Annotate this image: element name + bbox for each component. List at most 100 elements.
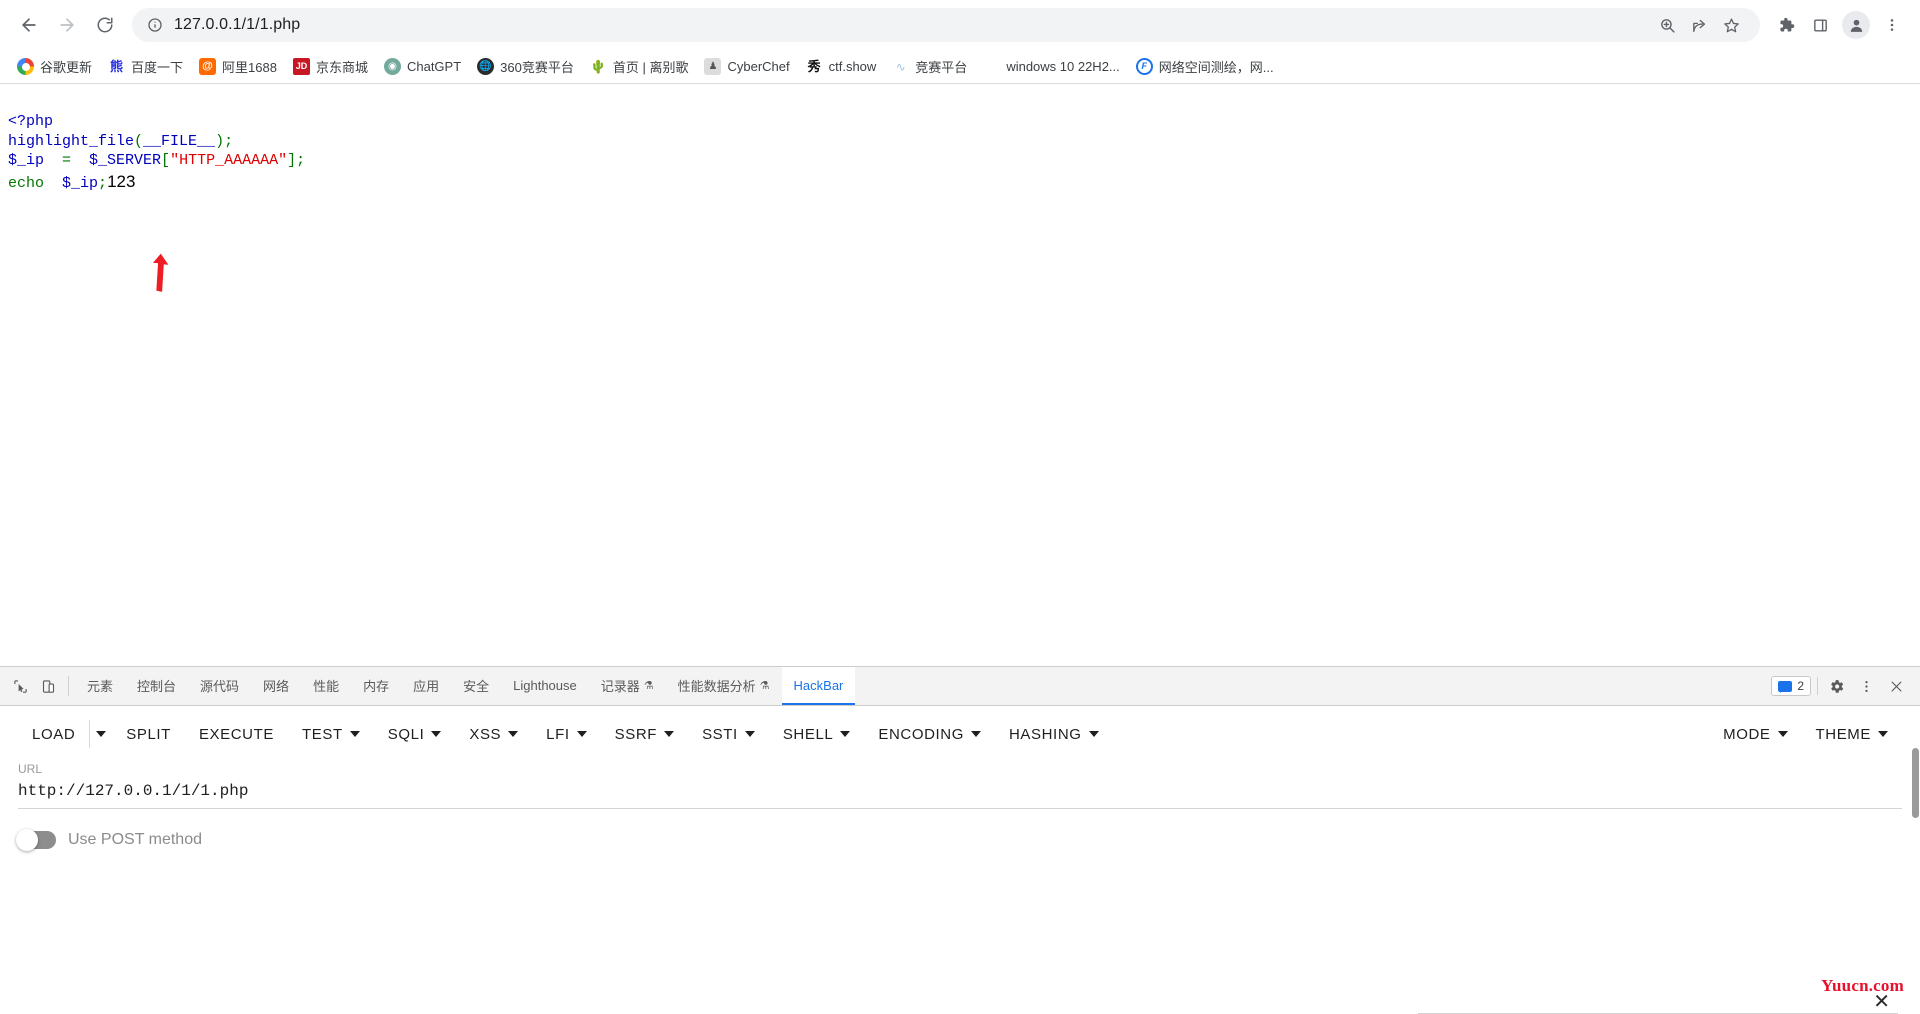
address-bar-url: 127.0.0.1/1/1.php (174, 16, 301, 33)
bookmark-item-0[interactable]: 谷歌更新 (10, 53, 99, 80)
tab-label: 记录器 (600, 678, 640, 694)
address-bar[interactable]: 127.0.0.1/1/1.php (132, 8, 1760, 42)
bookmark-label: 360竞赛平台 (500, 60, 574, 75)
bookmark-item-3[interactable]: JD 京东商城 (286, 53, 375, 80)
button-label: MODE (1723, 725, 1771, 743)
tab-application[interactable]: 应用 (401, 667, 451, 705)
bookmark-item-1[interactable]: 熊 百度一下 (101, 53, 190, 80)
hackbar-load-dropdown[interactable] (89, 720, 112, 748)
hackbar-sqli-button[interactable]: SQLI (374, 718, 456, 751)
tab-label: 网络 (263, 678, 290, 694)
bookmark-item-4[interactable]: ◉ ChatGPT (377, 54, 468, 79)
beaker-icon: ⚗ (759, 679, 770, 692)
code-line-4: echo $_ip;123 (8, 172, 136, 193)
hackbar-scrollbar-thumb[interactable] (1912, 748, 1919, 818)
tab-console[interactable]: 控制台 (125, 667, 188, 705)
tab-elements[interactable]: 元素 (75, 667, 125, 705)
close-icon[interactable]: ✕ (1873, 992, 1890, 1012)
bookmark-item-2[interactable]: @ 阿里1688 (192, 53, 284, 80)
hackbar-ssti-button[interactable]: SSTI (688, 718, 769, 751)
hackbar-hashing-button[interactable]: HASHING (995, 718, 1113, 751)
kebab-menu-icon[interactable] (1876, 9, 1908, 41)
tab-label: 元素 (87, 678, 114, 694)
hackbar-encoding-button[interactable]: ENCODING (864, 718, 995, 751)
post-method-toggle-row[interactable]: Use POST method (16, 829, 202, 851)
toggle-knob (16, 829, 38, 851)
code-line-2: highlight_file(__FILE__); (8, 132, 234, 150)
inspect-element-icon[interactable] (6, 667, 34, 705)
tab-lighthouse[interactable]: Lighthouse (501, 667, 589, 705)
bookmark-label: 京东商城 (315, 60, 368, 75)
hackbar-execute-button[interactable]: EXECUTE (185, 718, 288, 751)
zoom-icon[interactable] (1652, 10, 1682, 40)
bookmark-label: 竞赛平台 (915, 60, 968, 75)
device-toolbar-icon[interactable] (34, 667, 62, 705)
url-field-group: URL (0, 762, 1920, 809)
hackbar-toolbar: LOAD SPLIT EXECUTE TEST SQLI XSS LFI SSR… (0, 706, 1920, 762)
url-input[interactable] (18, 782, 1902, 809)
back-button[interactable] (12, 8, 46, 42)
bookmark-item-9[interactable]: ∿ 竞赛平台 (885, 53, 974, 80)
tab-hackbar[interactable]: HackBar (781, 667, 856, 705)
bookmark-item-8[interactable]: 秀 ctf.show (799, 54, 884, 79)
close-devtools-icon[interactable] (1884, 674, 1908, 698)
chrome-icon (17, 58, 34, 75)
php-source-listing: <?php highlight_file(__FILE__); $_ip = $… (8, 92, 1920, 214)
code-line-3: $_ip = $_SERVER["HTTP_AAAAAA"]; (8, 152, 306, 170)
bookmark-item-11[interactable]: F 网络空间测绘，网... (1129, 53, 1281, 80)
settings-gear-icon[interactable] (1824, 674, 1848, 698)
button-label: XSS (469, 725, 502, 743)
tab-sources[interactable]: 源代码 (188, 667, 251, 705)
hackbar-test-button[interactable]: TEST (288, 718, 374, 751)
hackbar-lfi-button[interactable]: LFI (532, 718, 600, 751)
hackbar-shell-button[interactable]: SHELL (769, 718, 865, 751)
divider (1817, 677, 1818, 695)
bookmark-star-icon[interactable] (1716, 10, 1746, 40)
page-viewport: <?php highlight_file(__FILE__); $_ip = $… (0, 84, 1920, 648)
chevron-down-icon (1878, 731, 1888, 737)
bookmark-item-10[interactable]: windows 10 22H2... (976, 54, 1126, 79)
bookmark-label: 阿里1688 (222, 60, 277, 75)
tab-performance-insights[interactable]: 性能数据分析 ⚗ (666, 667, 782, 705)
devtools-kebab-icon[interactable] (1854, 674, 1878, 698)
windows-icon (983, 58, 1000, 75)
tab-recorder[interactable]: 记录器 ⚗ (589, 667, 666, 705)
profile-avatar[interactable] (1842, 11, 1870, 39)
extensions-puzzle-icon[interactable] (1770, 9, 1802, 41)
tab-network[interactable]: 网络 (251, 667, 301, 705)
hackbar-mode-button[interactable]: MODE (1709, 718, 1801, 751)
chevron-down-icon (96, 731, 107, 737)
chevron-down-icon (508, 731, 519, 737)
issues-icon[interactable]: 2 (1771, 676, 1811, 696)
bookmark-item-6[interactable]: 🌵 首页 | 离别歌 (583, 53, 696, 80)
tab-performance[interactable]: 性能 (301, 667, 351, 705)
annotation-arrow-page (152, 253, 169, 292)
button-label: ENCODING (878, 725, 964, 743)
hackbar-split-button[interactable]: SPLIT (112, 718, 185, 751)
toolbar-divider (68, 676, 69, 696)
share-icon[interactable] (1684, 10, 1714, 40)
bookmark-item-7[interactable]: ♟ CyberChef (697, 54, 796, 79)
url-field-label: URL (18, 762, 43, 776)
side-panel-icon[interactable] (1804, 9, 1836, 41)
bookmark-item-5[interactable]: 🌐 360竞赛平台 (470, 53, 581, 80)
tab-security[interactable]: 安全 (451, 667, 501, 705)
button-label: SQLI (387, 725, 425, 743)
post-method-toggle[interactable] (16, 829, 56, 851)
chevron-down-icon (431, 731, 442, 737)
browser-toolbar: 127.0.0.1/1/1.php (0, 0, 1920, 50)
chevron-down-icon (840, 731, 851, 737)
tab-label: 应用 (413, 678, 440, 694)
chevron-down-icon (744, 731, 755, 737)
browser-chrome: 127.0.0.1/1/1.php 谷歌更新 熊 百度一下 @ 阿里1688 J… (0, 0, 1920, 84)
hackbar-lower-section: Use POST method (0, 809, 1920, 851)
hackbar-ssrf-button[interactable]: SSRF (601, 718, 688, 751)
baidu-icon: 熊 (110, 59, 124, 74)
reload-button[interactable] (88, 8, 122, 42)
tab-memory[interactable]: 内存 (351, 667, 401, 705)
hackbar-load-button[interactable]: LOAD (18, 718, 89, 751)
site-info-icon[interactable] (146, 16, 164, 34)
forward-button[interactable] (50, 8, 84, 42)
hackbar-theme-button[interactable]: THEME (1802, 718, 1903, 751)
hackbar-xss-button[interactable]: XSS (455, 718, 532, 751)
